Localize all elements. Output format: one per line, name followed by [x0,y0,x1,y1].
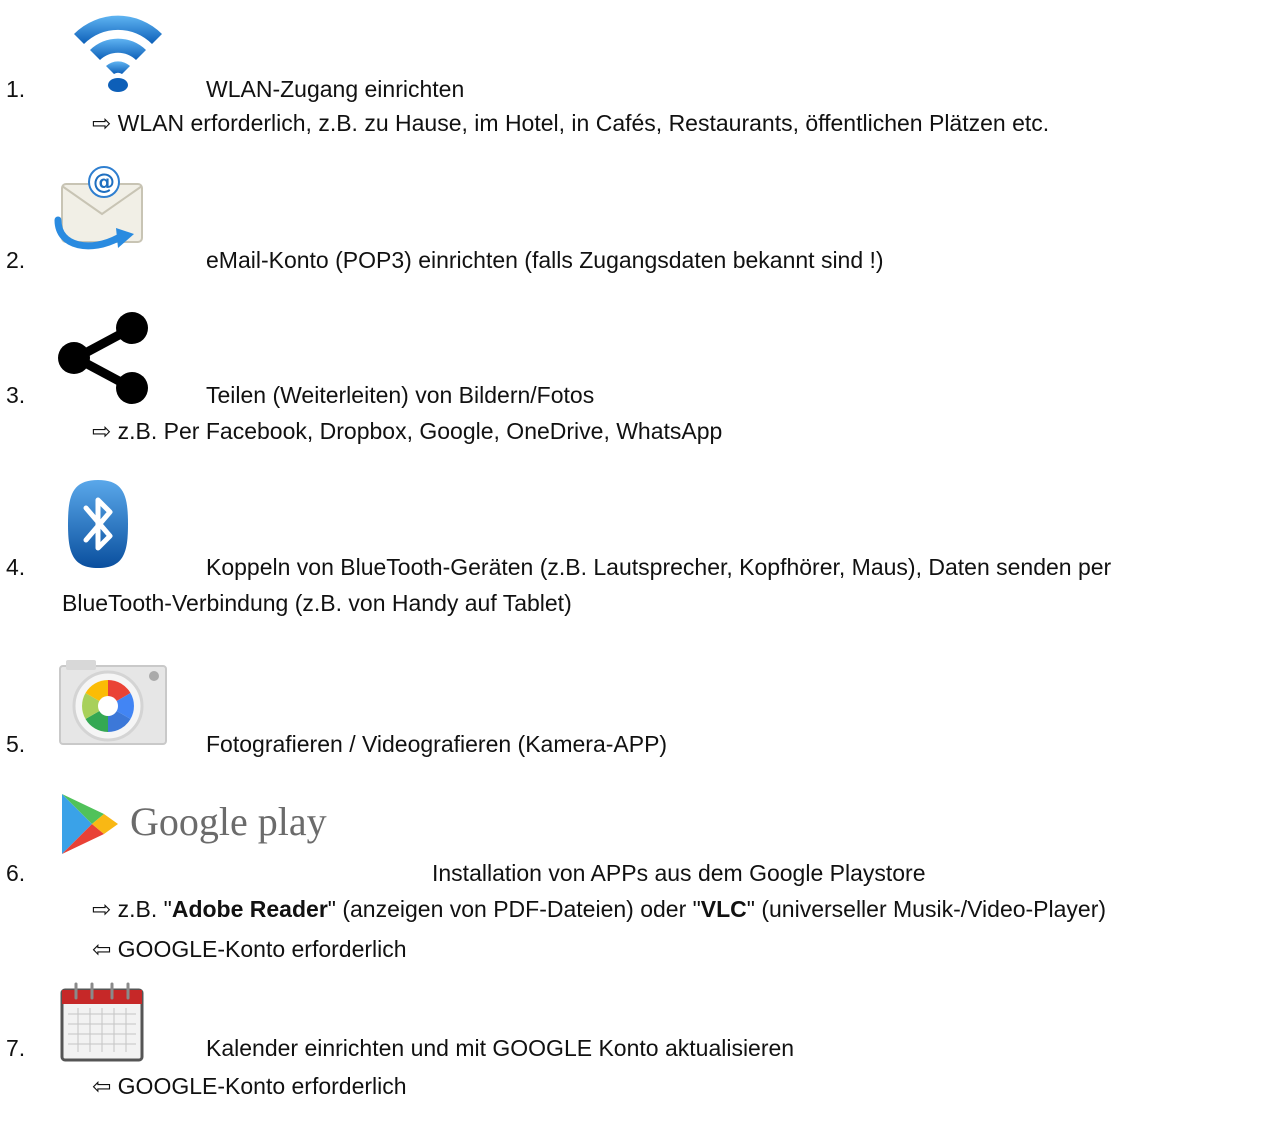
item-title: Kalender einrichten und mit GOOGLE Konto… [206,1035,795,1061]
item-subline: ⇨ z.B. "Adobe Reader" (anzeigen von PDF-… [92,896,1107,922]
vlc-bold: VLC [700,896,747,922]
item-title: Koppeln von BlueTooth-Geräten (z.B. Laut… [206,554,1112,580]
share-icon [58,312,148,404]
item-number: 5. [6,731,26,757]
item-number: 4. [6,554,26,580]
item-number: 2. [6,247,26,273]
item-number: 7. [6,1035,26,1061]
item-subline: ⇨ z.B. Per Facebook, Dropbox, Google, On… [92,418,723,444]
item-number: 1. [6,76,26,102]
google-play-logo-text: Google play [130,799,327,844]
item-title: eMail-Konto (POP3) einrichten (falls Zug… [206,247,884,273]
calendar-icon [60,982,144,1062]
wifi-icon [74,15,162,92]
camera-icon [59,660,167,745]
bluetooth-icon [68,480,128,568]
svg-text:@: @ [93,170,115,195]
email-icon: @ [54,166,143,250]
item-number: 6. [6,860,26,886]
google-play-triangle-icon [62,794,118,854]
item-subline: ⇦ GOOGLE-Konto erforderlich [92,1073,407,1099]
item-title: Installation von APPs aus dem Google Pla… [432,860,926,886]
item-number: 3. [6,382,26,408]
item-subline: ⇨ WLAN erforderlich, z.B. zu Hause, im H… [92,110,1050,136]
item-subline-2: ⇦ GOOGLE-Konto erforderlich [92,936,407,962]
item-title: Fotografieren / Videografieren (Kamera-A… [206,731,668,757]
item-title: WLAN-Zugang einrichten [206,76,465,102]
item-title-continued: BlueTooth-Verbindung (z.B. von Handy auf… [62,590,572,616]
adobe-reader-bold: Adobe Reader [171,896,328,922]
item-title: Teilen (Weiterleiten) von Bildern/Fotos [206,382,595,408]
